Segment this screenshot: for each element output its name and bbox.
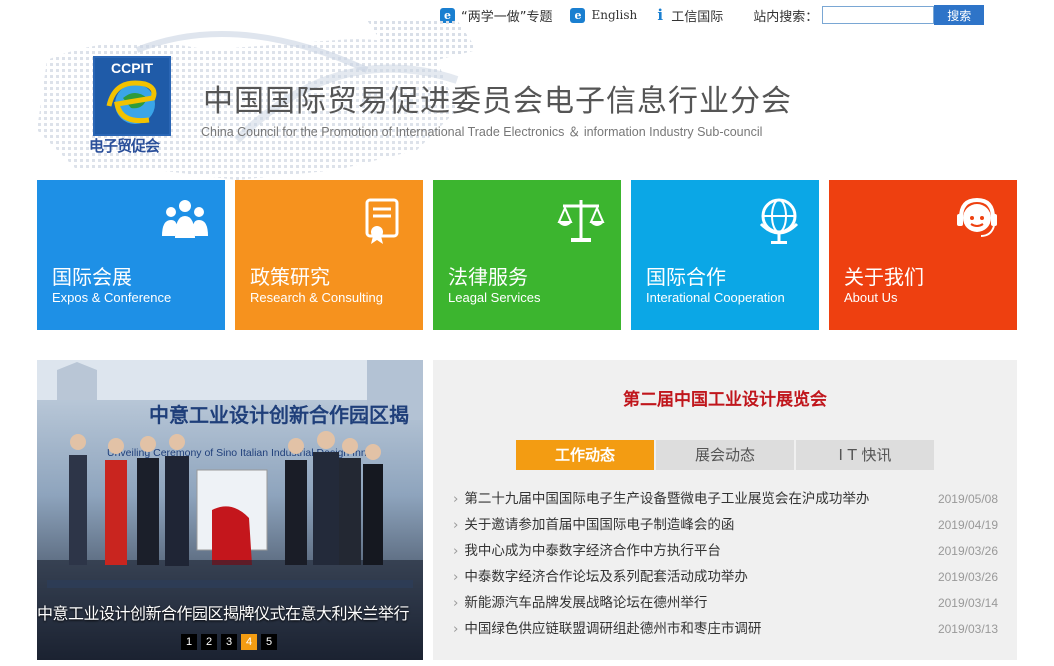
list-item[interactable]: 中国绿色供应链联盟调研组赴德州市和枣庄市调研 2019/03/13	[453, 616, 998, 642]
site-subtitle: China Council for the Promotion of Inter…	[201, 125, 763, 139]
news-list: 第二十九届中国国际电子生产设备暨微电子工业展览会在沪成功举办 2019/05/08…	[453, 486, 998, 642]
site-title: 中国国际贸易促进委员会电子信息行业分会	[203, 84, 792, 119]
news-slideshow[interactable]: 中意工业设计创新合作园区揭 Unveiling Ceremony of Sino…	[37, 360, 423, 660]
tile-cooperation[interactable]: 国际合作 Interational Cooperation	[631, 180, 819, 330]
globe-e-icon	[106, 80, 157, 124]
logo-emblem: CCPIT	[93, 56, 171, 136]
tab-it-news[interactable]: I T 快讯	[796, 440, 934, 470]
people-group-icon	[162, 200, 208, 238]
logo-chinese-name: 电子贸促会	[89, 137, 160, 155]
list-item[interactable]: 中泰数字经济合作论坛及系列配套活动成功举办 2019/03/26	[453, 564, 998, 590]
news-date: 2019/03/26	[937, 570, 998, 584]
list-item[interactable]: 新能源汽车品牌发展战略论坛在德州举行 2019/03/14	[453, 590, 998, 616]
news-date: 2019/05/08	[937, 492, 998, 506]
slide-pager: 1 2 3 4 5	[181, 634, 281, 650]
tile-about[interactable]: 关于我们 About Us	[829, 180, 1017, 330]
slide-banner-text: 中意工业设计创新合作园区揭	[149, 403, 409, 427]
news-title[interactable]: 我中心成为中泰数字经济合作中方执行平台	[453, 538, 721, 564]
list-item[interactable]: 关于邀请参加首届中国国际电子制造峰会的函 2019/04/19	[453, 512, 998, 538]
tile-cooperation-zh: 国际合作	[646, 265, 726, 289]
tile-expos[interactable]: 国际会展 Expos & Conference	[37, 180, 225, 330]
support-agent-icon	[957, 197, 997, 237]
tab-work-news[interactable]: 工作动态	[516, 440, 654, 470]
news-title[interactable]: 新能源汽车品牌发展战略论坛在德州举行	[453, 590, 707, 616]
news-title[interactable]: 第二十九届中国国际电子生产设备暨微电子工业展览会在沪成功举办	[453, 486, 869, 512]
slide-page-1[interactable]: 1	[181, 634, 197, 650]
ccpit-logo[interactable]: CCPIT 电子贸促会	[89, 56, 171, 176]
search-button[interactable]: 搜索	[934, 5, 985, 25]
news-date: 2019/03/14	[937, 596, 998, 610]
category-tiles: 国际会展 Expos & Conference 政策研究 Research & …	[37, 180, 1017, 330]
tile-research[interactable]: 政策研究 Research & Consulting	[235, 180, 423, 330]
news-title[interactable]: 中国绿色供应链联盟调研组赴德州市和枣庄市调研	[453, 616, 761, 642]
tile-about-en: About Us	[844, 290, 898, 305]
slide-page-2[interactable]: 2	[201, 634, 217, 650]
tile-legal-en: Leagal Services	[448, 290, 541, 305]
slide-caption[interactable]: 中意工业设计创新合作园区揭牌仪式在意大利米兰举行	[37, 600, 423, 624]
tab-expo-news[interactable]: 展会动态	[656, 440, 794, 470]
certificate-icon	[365, 198, 399, 244]
tile-research-en: Research & Consulting	[250, 290, 383, 305]
tile-expos-zh: 国际会展	[52, 265, 132, 289]
news-tabs: 工作动态 展会动态 I T 快讯	[516, 440, 936, 470]
tile-expos-en: Expos & Conference	[52, 290, 172, 305]
news-date: 2019/03/26	[937, 544, 998, 558]
tile-legal-zh: 法律服务	[448, 265, 528, 289]
site-header: CCPIT 电子贸促会 中国国际贸易促进委员会电子信息行业分会 China Co…	[37, 20, 937, 180]
news-title[interactable]: 关于邀请参加首届中国国际电子制造峰会的函	[453, 512, 734, 538]
list-item[interactable]: 第二十九届中国国际电子生产设备暨微电子工业展览会在沪成功举办 2019/05/08	[453, 486, 998, 512]
list-item[interactable]: 我中心成为中泰数字经济合作中方执行平台 2019/03/26	[453, 538, 998, 564]
panel-title[interactable]: 第二届中国工业设计展览会	[433, 385, 1017, 410]
slide-page-3[interactable]: 3	[221, 634, 237, 650]
tile-cooperation-en: Interational Cooperation	[646, 290, 785, 305]
slide-page-4-active[interactable]: 4	[241, 634, 257, 650]
news-panel: 第二届中国工业设计展览会 工作动态 展会动态 I T 快讯 第二十九届中国国际电…	[433, 360, 1017, 660]
tile-research-zh: 政策研究	[250, 265, 330, 289]
news-title[interactable]: 中泰数字经济合作论坛及系列配套活动成功举办	[453, 564, 748, 590]
slide-page-5[interactable]: 5	[261, 634, 277, 650]
globe-icon	[759, 198, 799, 244]
scales-icon	[557, 200, 605, 242]
news-date: 2019/04/19	[937, 518, 998, 532]
news-date: 2019/03/13	[937, 622, 998, 636]
tile-about-zh: 关于我们	[844, 265, 924, 289]
tile-legal[interactable]: 法律服务 Leagal Services	[433, 180, 621, 330]
